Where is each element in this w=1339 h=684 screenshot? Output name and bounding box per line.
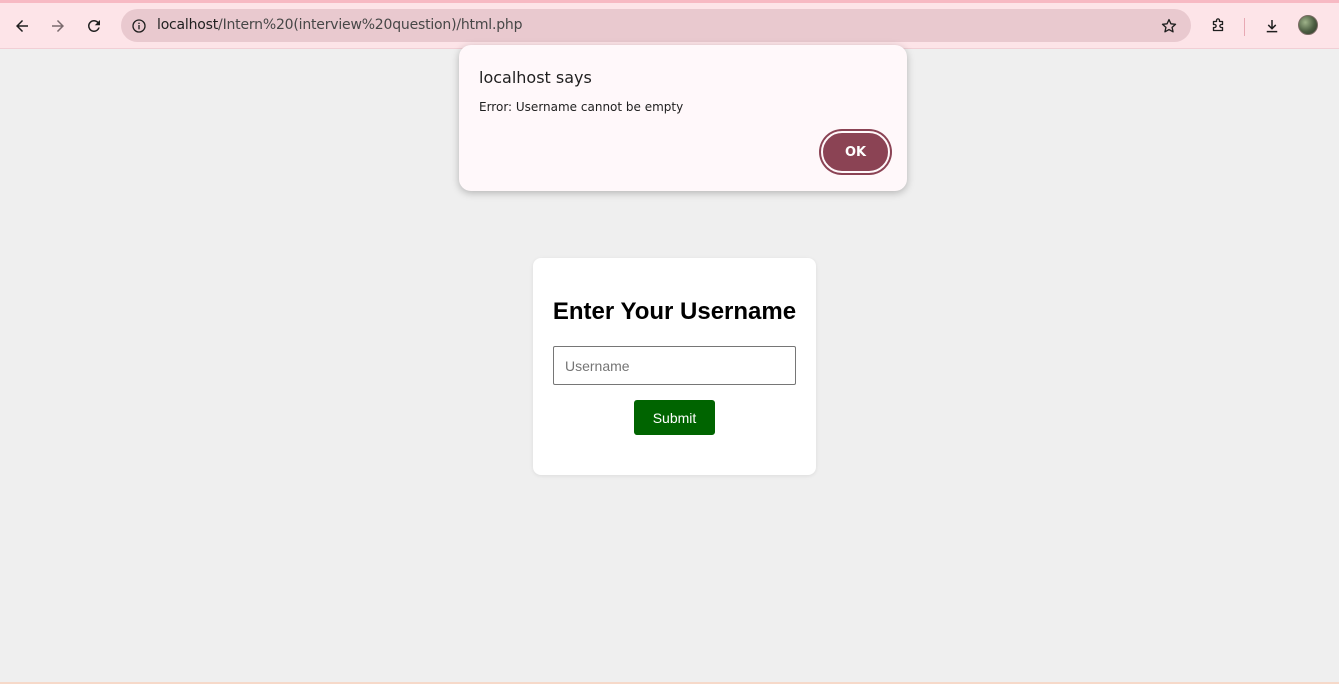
url-text[interactable]: localhost/Intern%20(interview%20question… <box>157 17 522 33</box>
browser-toolbar: localhost/Intern%20(interview%20question… <box>0 0 1339 49</box>
dialog-message: Error: Username cannot be empty <box>479 100 684 114</box>
toolbar-divider <box>1244 18 1245 36</box>
username-form-card: Enter Your Username Submit <box>533 258 816 475</box>
reload-icon <box>87 19 100 32</box>
submit-button[interactable]: Submit <box>634 400 715 435</box>
url-path: /Intern%20(interview%20question)/html.ph… <box>218 17 523 33</box>
username-input[interactable] <box>553 346 796 385</box>
alert-dialog: localhost says Error: Username cannot be… <box>459 45 907 191</box>
extensions-icon <box>1212 18 1224 32</box>
back-icon <box>16 20 28 32</box>
form-title: Enter Your Username <box>552 298 797 325</box>
dialog-title: localhost says <box>479 68 592 87</box>
back-button[interactable] <box>8 12 36 40</box>
download-button[interactable] <box>1258 12 1286 40</box>
profile-avatar[interactable] <box>1298 15 1318 35</box>
download-icon <box>1266 20 1278 33</box>
extensions-button[interactable] <box>1204 12 1232 40</box>
url-host: localhost <box>157 17 219 33</box>
forward-icon <box>52 20 64 32</box>
ok-button[interactable]: OK <box>821 131 890 173</box>
forward-button[interactable] <box>44 12 72 40</box>
site-info-icon[interactable] <box>129 16 149 36</box>
bookmark-star-icon[interactable] <box>1159 16 1179 36</box>
reload-button[interactable] <box>80 12 108 40</box>
address-bar[interactable]: localhost/Intern%20(interview%20question… <box>121 9 1191 42</box>
